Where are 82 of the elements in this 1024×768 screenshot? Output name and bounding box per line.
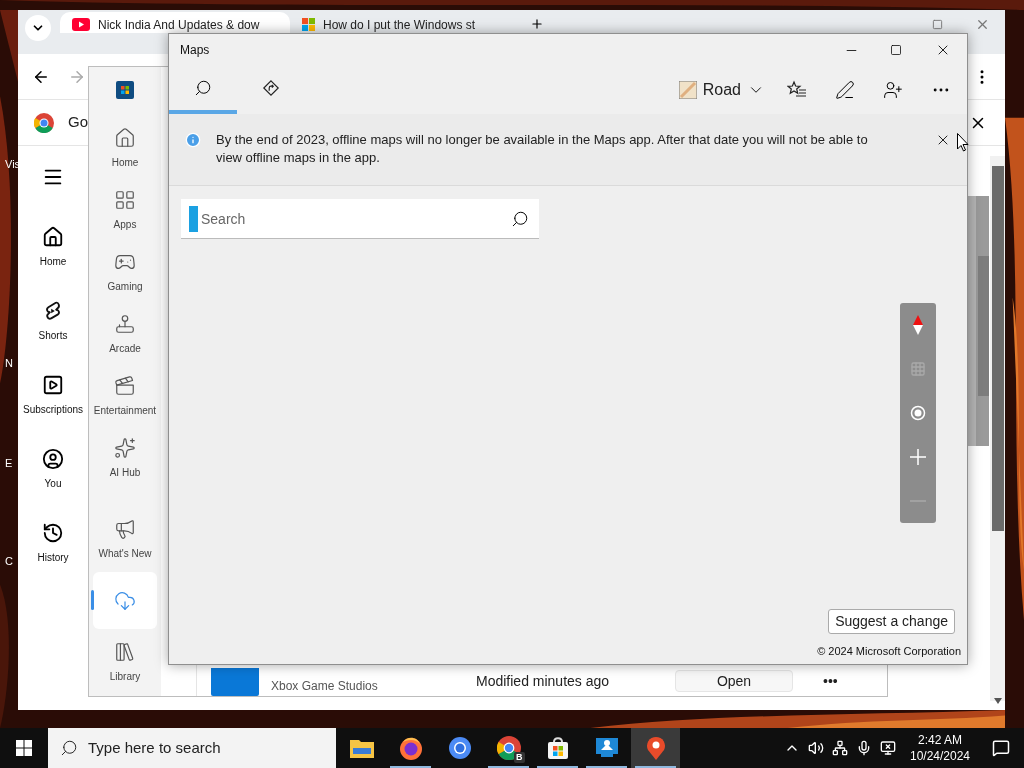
star-list-icon[interactable] (787, 80, 807, 100)
house-icon (114, 126, 136, 149)
sparkles-icon (114, 436, 136, 459)
taskbar-app[interactable]: B (484, 728, 533, 768)
clock[interactable]: 2:42 AM 10/24/2024 (908, 732, 972, 764)
joystick-icon (114, 312, 136, 335)
shopping-bag-icon (545, 736, 570, 760)
running-indicator (586, 766, 627, 768)
user-circle-icon (42, 448, 64, 470)
running-indicator (537, 766, 578, 768)
text-cursor (189, 206, 198, 232)
map-pin-icon (644, 736, 667, 760)
nav-item[interactable]: Home (93, 117, 157, 179)
microphone-icon[interactable] (856, 740, 872, 756)
browser-tab[interactable]: How do I put the Windows st (290, 12, 520, 33)
new-tab-icon[interactable] (530, 17, 544, 31)
running-indicator (635, 766, 676, 768)
clapperboard-icon (114, 374, 136, 397)
browser-tab[interactable]: Nick India And Updates & dow (60, 12, 290, 33)
store-logo-icon (116, 81, 134, 99)
scrollbar-thumb[interactable] (991, 166, 1004, 531)
map-style-button[interactable]: Road (678, 66, 765, 114)
nav-item[interactable]: Arcade (93, 303, 157, 365)
selection-bar (91, 590, 94, 610)
chrome-logo-icon (34, 112, 54, 133)
house-icon (42, 226, 64, 248)
search-icon (60, 739, 78, 757)
notice-text: By the end of 2023, offline maps will no longer be available in the Maps app. After that date you will not be able to view offline maps in the app. (216, 131, 869, 167)
four-squares-icon (302, 18, 315, 31)
publisher-text: Xbox Game Studios (271, 678, 379, 693)
chromium-icon (447, 736, 472, 760)
nav-item[interactable]: Apps (93, 179, 157, 241)
profile-badge: B (514, 752, 525, 763)
sidebar-item[interactable]: Home (18, 226, 88, 300)
maximize-icon[interactable] (890, 44, 902, 56)
history-icon (42, 522, 64, 544)
remote-desktop-icon (594, 736, 619, 760)
youtube-icon (72, 18, 90, 31)
nav-item[interactable]: What's New (93, 508, 157, 570)
sidebar-item[interactable]: Subscriptions (18, 374, 88, 448)
directions-icon (262, 79, 280, 97)
folder-icon (349, 738, 374, 758)
monitor-alert-icon[interactable] (880, 740, 896, 756)
status-text: Modified minutes ago (476, 672, 611, 689)
search-icon[interactable] (511, 210, 529, 228)
firefox-icon (398, 736, 423, 760)
suggest-change-button[interactable]: Suggest a change (828, 609, 955, 634)
subscriptions-icon (42, 374, 64, 396)
scroll-down-icon[interactable] (994, 698, 1002, 704)
nav-item[interactable]: AI Hub (93, 427, 157, 489)
running-indicator (488, 766, 529, 768)
windows-logo-icon (16, 740, 32, 756)
nav-item[interactable]: Entertainment (93, 365, 157, 427)
nav-item[interactable]: Gaming (93, 241, 157, 303)
search-icon (194, 79, 212, 97)
mouse-pointer-icon (957, 133, 969, 152)
open-button[interactable]: Open (675, 669, 793, 692)
app-tile (211, 668, 259, 696)
running-indicator (390, 766, 431, 768)
megaphone-icon (114, 517, 136, 540)
chrome-logo-icon (496, 736, 521, 760)
taskbar-search-field[interactable]: Type here to search (48, 728, 336, 768)
more-button[interactable]: ••• (823, 672, 838, 689)
tab-list-button[interactable] (25, 15, 51, 41)
pen-icon[interactable] (835, 80, 855, 100)
nav-item[interactable]: Library (93, 631, 157, 693)
speaker-icon[interactable] (808, 740, 824, 756)
cloud-download-icon (114, 589, 136, 612)
search-field[interactable]: Search (181, 199, 539, 239)
grid-icon (114, 188, 136, 211)
map-thumbnail-icon (678, 81, 697, 99)
info-icon (185, 132, 201, 148)
sidebar-item[interactable]: You (18, 448, 88, 522)
sidebar-item[interactable]: History (18, 522, 88, 596)
copyright-text: © 2024 Microsoft Corporation (817, 643, 961, 659)
bookmark-label: Go (68, 112, 88, 133)
notifications-icon[interactable] (992, 739, 1010, 757)
network-icon[interactable] (832, 740, 848, 756)
user-plus-icon[interactable] (883, 80, 903, 100)
library-icon (114, 640, 136, 663)
sidebar-item[interactable]: Shorts (18, 300, 88, 374)
window-title: Maps (180, 42, 211, 59)
